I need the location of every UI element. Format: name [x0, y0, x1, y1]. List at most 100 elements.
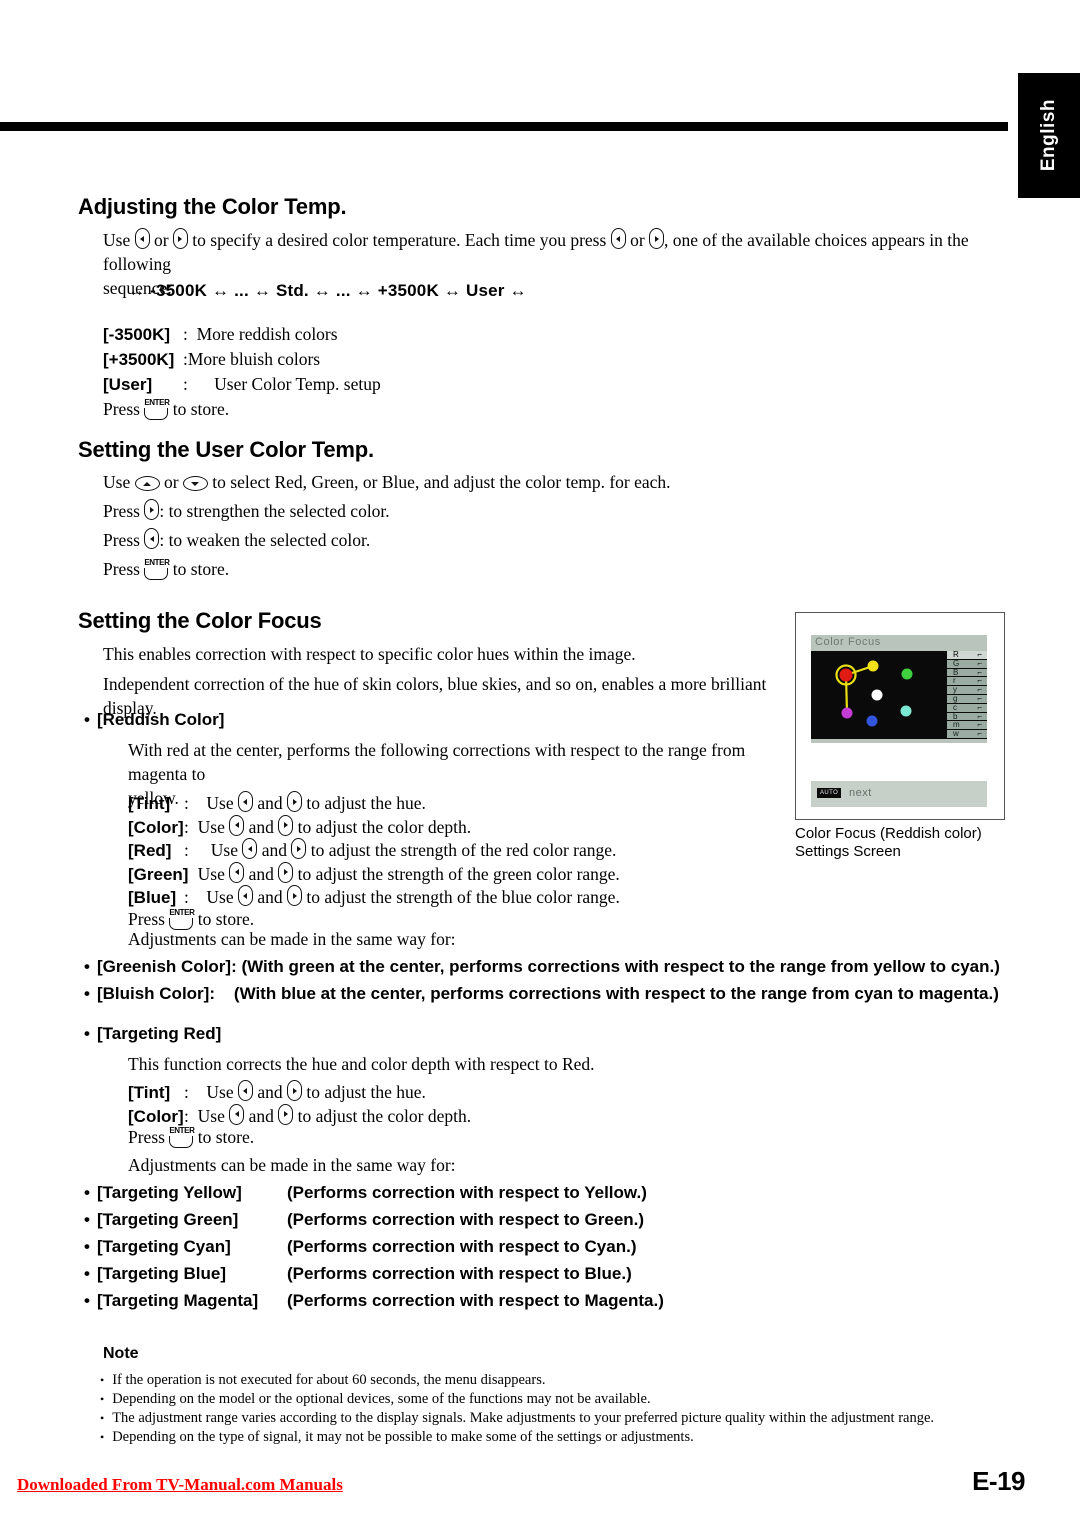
bullet-dot: • — [84, 984, 90, 1003]
right-arrow-key-icon — [649, 228, 665, 249]
bullet-bluish-color: • [Bluish Color]: (With blue at the cente… — [84, 984, 999, 1004]
heading-adjusting-color-temp: Adjusting the Color Temp. — [78, 194, 347, 219]
adjust-desc: to adjust the hue. — [306, 793, 426, 813]
right-arrow-key-icon — [287, 885, 302, 906]
manual-page: English Adjusting the Color Temp. Use or… — [0, 0, 1080, 1528]
color-map-svg — [835, 660, 913, 727]
press-suffix: to store. — [197, 908, 255, 929]
right-arrow-key-icon — [144, 499, 160, 520]
adjust-use: Use — [197, 1105, 225, 1126]
up-arrow-key-icon — [134, 476, 160, 491]
user-color-temp-body: Use or to select Red, Green, or Blue, an… — [103, 468, 863, 584]
adjust-and: and — [248, 863, 274, 884]
left-arrow-key-icon — [134, 228, 150, 249]
point-white[interactable] — [871, 689, 883, 701]
left-arrow-key-icon — [144, 528, 160, 549]
bullet-label: [Reddish Color] — [96, 710, 225, 729]
note-item: • If the operation is not executed for ab… — [100, 1372, 545, 1389]
adjust-label: [Tint] — [128, 1083, 171, 1102]
left-arrow-key-icon — [610, 228, 626, 249]
adjust-row: [Color]: Use and to adjust the color dep… — [128, 814, 808, 839]
left-arrow-key-icon — [237, 1080, 253, 1101]
right-arrow-key-icon — [287, 1080, 302, 1101]
download-source-link[interactable]: Downloaded From TV-Manual.com Manuals — [17, 1475, 343, 1495]
left-arrow-key-icon — [237, 791, 253, 812]
adjust-use: Use — [197, 816, 225, 837]
adjust-desc: to adjust the strength of the blue color… — [306, 887, 620, 907]
bullet-desc: (Performs correction with respect to Blu… — [286, 1264, 632, 1283]
point-cyan[interactable] — [900, 705, 912, 717]
press-prefix: Press — [128, 908, 165, 929]
osd-menu-item-w[interactable]: w ⌐ — [947, 729, 987, 739]
osd-menu-list: R ⌐ G ⌐ B ⌐ r ⌐ y ⌐ g ⌐ c ⌐ b ⌐ m ⌐ w ⌐ — [947, 650, 987, 739]
auto-button-badge[interactable]: AUTO — [817, 788, 842, 798]
bullet-dot: • — [84, 1183, 90, 1202]
osd-menu-label: c — [953, 702, 957, 712]
language-tab-label: English — [1038, 99, 1059, 172]
adjust-and: and — [261, 840, 287, 860]
adjust-row: [Color]: Use and to adjust the color dep… — [128, 1103, 728, 1128]
user-ct-line-2: Press : to strengthen the selected color… — [103, 497, 863, 526]
item-sep: : — [183, 374, 188, 394]
note-text: Depending on the model or the optional d… — [112, 1391, 651, 1407]
adjust-row: [Tint]: Use and to adjust the hue. — [128, 791, 808, 815]
osd-menu-label: y — [953, 685, 957, 695]
list-item: [-3500K]: More reddish colors — [103, 322, 623, 347]
line2-b: : to strengthen the selected color. — [159, 501, 390, 521]
note-text: If the operation is not executed for abo… — [112, 1372, 546, 1388]
osd-menu-label: B — [953, 667, 959, 677]
bullet-label: [Targeting Yellow] — [96, 1183, 242, 1202]
adjust-row: [Tint]: Use and to adjust the hue. — [128, 1080, 728, 1104]
point-yellow[interactable] — [867, 660, 879, 672]
adjust-desc: to adjust the strength of the green colo… — [297, 863, 620, 884]
note-item: • The adjustment range varies according t… — [100, 1410, 934, 1427]
item-desc: More reddish colors — [196, 324, 338, 344]
adjust-and: and — [257, 793, 283, 813]
adjust-desc: to adjust the strength of the red color … — [310, 840, 617, 860]
enter-key-icon: ENTER — [144, 398, 170, 420]
point-red[interactable] — [839, 668, 853, 682]
note-text: The adjustment range varies according to… — [112, 1410, 935, 1426]
line3-b: : to weaken the selected color. — [159, 530, 371, 550]
bullet-dot: • — [84, 1024, 90, 1043]
press-suffix: to store. — [172, 399, 230, 419]
item-label: [User] — [103, 375, 153, 394]
point-blue[interactable] — [866, 715, 878, 727]
osd-title: Color Focus — [815, 636, 881, 648]
point-magenta[interactable] — [841, 707, 853, 719]
point-green[interactable] — [901, 668, 913, 680]
enter-key-icon: ENTER — [144, 558, 170, 580]
page-number: E-19 — [972, 1466, 1025, 1496]
adjust-sep: : — [184, 887, 189, 907]
osd-menu-label: G — [953, 658, 960, 668]
color-focus-figure: Color Focus R ⌐ G ⌐ B ⌐ r ⌐ y ⌐ g ⌐ c ⌐ … — [795, 612, 1005, 820]
return-glyph-icon: ⌐ — [977, 702, 982, 712]
bullet-dot: • — [84, 1237, 90, 1256]
color-temp-sequence: ↔ -3500K ↔ ... ↔ Std. ↔ ... ↔ +3500K ↔ U… — [128, 281, 527, 300]
line1-c: to select Red, Green, or Blue, and adjus… — [207, 472, 671, 492]
right-arrow-key-icon — [291, 838, 307, 859]
bullet-label: [Bluish Color]: — [96, 984, 215, 1003]
note-text: Depending on the type of signal, it may … — [112, 1429, 694, 1445]
color-temp-item-list: [-3500K]: More reddish colors [+3500K]:M… — [103, 322, 623, 421]
adjust-sep: : — [184, 1082, 189, 1102]
press-suffix: to store. — [197, 1127, 255, 1147]
down-arrow-key-icon — [182, 476, 208, 491]
adjust-sep: : — [184, 840, 189, 860]
adjust-use: Use — [197, 863, 225, 884]
caption-line-1: Color Focus (Reddish color) — [795, 825, 982, 842]
return-glyph-icon: ⌐ — [977, 729, 982, 739]
bullet-reddish-color: • [Reddish Color] — [84, 710, 224, 730]
adjust-and: and — [248, 1105, 274, 1126]
osd-menu-label: b — [953, 711, 958, 721]
intro-text-d: or — [625, 230, 650, 250]
bullet-dot: • — [100, 1373, 105, 1387]
adjust-sep: : — [184, 793, 189, 813]
same-way-note-2: Adjustments can be made in the same way … — [128, 1155, 456, 1175]
bullet-label: [Targeting Magenta] — [96, 1291, 259, 1310]
osd-panel: Color Focus R ⌐ G ⌐ B ⌐ r ⌐ y ⌐ g ⌐ c ⌐ … — [811, 635, 987, 743]
heading-setting-user-color-temp: Setting the User Color Temp. — [78, 437, 374, 462]
adjust-label: [Color] — [128, 1106, 184, 1126]
bullet-targeting-yellow: • [Targeting Yellow] (Performs correction … — [84, 1183, 647, 1203]
bullet-dot: • — [100, 1430, 105, 1444]
